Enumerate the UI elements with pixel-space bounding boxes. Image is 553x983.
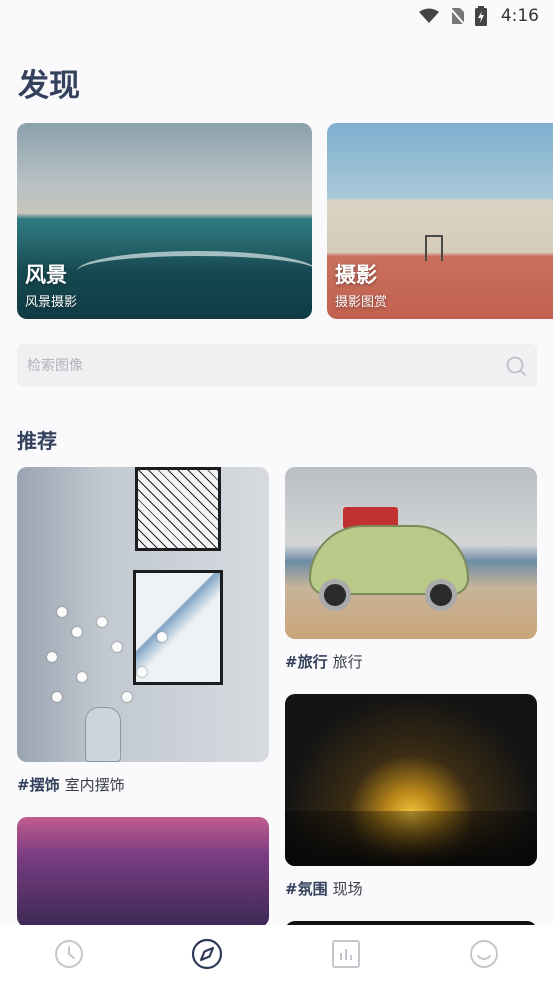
wall-frame [133,570,223,685]
wave-image [77,251,312,291]
photo-caption: #氛围 现场 [285,878,363,899]
wall-door-image [425,235,443,261]
photo-caption: #摆饰 室内摆饰 [17,774,125,795]
wall-frame [135,467,221,551]
status-bar: 4:16 [0,0,553,32]
category-card-photography[interactable]: 摄影 摄影图赏 [327,123,553,319]
crowd-image [285,811,537,866]
chart-icon [331,940,360,968]
clock-icon [55,940,84,968]
category-subtitle: 风景摄影 [25,295,78,310]
search-icon[interactable] [505,355,527,377]
category-subtitle: 摄影图赏 [335,295,388,310]
smile-icon [469,940,498,968]
photo-concert[interactable] [285,694,537,866]
tab-profile[interactable] [454,930,514,978]
caption-text: 室内摆饰 [64,776,125,794]
vase-image [85,707,121,762]
caption-text: 现场 [332,880,363,898]
page-title: 发现 [18,68,80,104]
compass-icon [192,938,223,970]
photo-building[interactable] [17,817,269,927]
no-sim-icon [449,7,465,25]
search-input[interactable] [27,357,505,374]
status-time: 4:16 [500,6,539,26]
caption-text: 旅行 [332,653,363,671]
category-card-landscape[interactable]: 风景 风景摄影 [17,123,312,319]
tab-discover[interactable] [177,930,237,978]
caption-tag[interactable]: #摆饰 [17,776,60,794]
battery-charging-icon [474,6,487,26]
category-title: 摄影 [335,263,377,287]
caption-tag[interactable]: #氛围 [285,880,328,898]
category-title: 风景 [25,263,67,287]
wifi-icon [418,8,439,23]
tab-history[interactable] [39,930,99,978]
section-title-recommend: 推荐 [17,429,57,453]
caption-tag[interactable]: #旅行 [285,653,328,671]
photo-travel[interactable] [285,467,537,639]
search-bar [17,344,537,387]
tab-stats[interactable] [316,930,376,978]
photo-caption: #旅行 旅行 [285,651,363,672]
photo-decor[interactable] [17,467,269,762]
bottom-tab-bar [0,925,553,983]
category-carousel: 风景 风景摄影 摄影 摄影图赏 [17,123,553,319]
